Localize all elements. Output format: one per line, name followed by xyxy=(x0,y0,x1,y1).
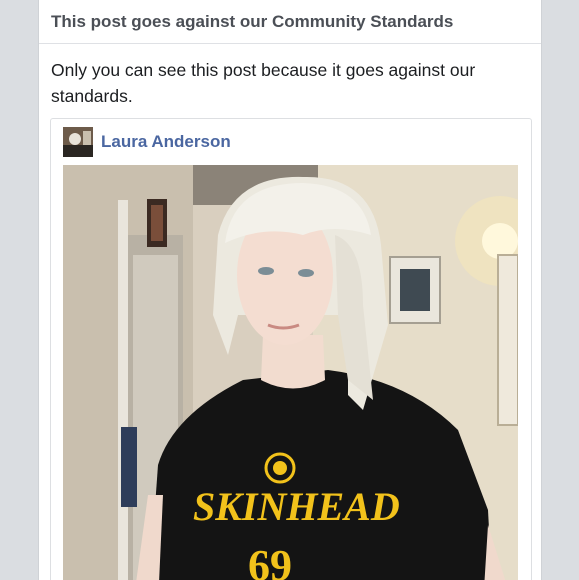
shirt-text-line2: 69 xyxy=(248,541,292,580)
notice-title: This post goes against our Community Sta… xyxy=(51,11,454,31)
community-standards-card: This post goes against our Community Sta… xyxy=(38,0,542,580)
shared-post: Laura Anderson SKINHEAD 69 xyxy=(50,118,532,580)
notice-header: This post goes against our Community Sta… xyxy=(39,0,541,44)
notice-message: Only you can see this post because it go… xyxy=(51,60,476,106)
shirt-text-line1: SKINHEAD xyxy=(193,484,400,529)
author-name-link[interactable]: Laura Anderson xyxy=(101,132,231,152)
post-photo[interactable]: SKINHEAD 69 xyxy=(63,165,518,580)
avatar[interactable] xyxy=(63,127,93,157)
post-author: Laura Anderson xyxy=(51,119,531,165)
profile-photo-icon xyxy=(63,127,93,157)
